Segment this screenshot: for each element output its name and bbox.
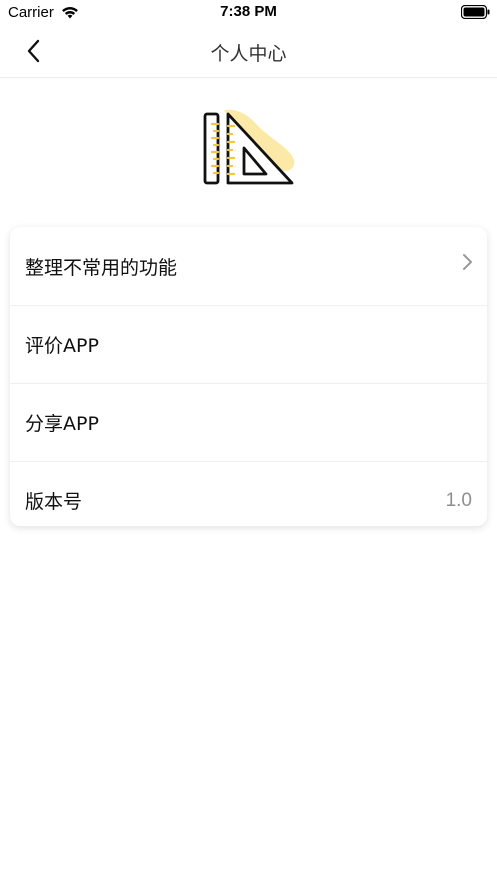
navigation-bar: 个人中心 xyxy=(0,26,497,78)
menu-item-label: 分享APP xyxy=(25,413,99,435)
menu-item-label: 版本号 xyxy=(25,491,83,513)
version-value: 1.0 xyxy=(445,489,472,511)
settings-card: 整理不常用的功能 评价APP 分享APP 版本号 1.0 xyxy=(10,227,487,526)
menu-item-label: 整理不常用的功能 xyxy=(25,256,178,279)
menu-item-label: 评价APP xyxy=(25,335,99,357)
menu-item-version: 版本号 1.0 xyxy=(10,461,487,539)
clock-time: 7:38 PM xyxy=(220,3,277,20)
menu-item-rate-app[interactable]: 评价APP xyxy=(10,305,487,383)
menu-item-share-app[interactable]: 分享APP xyxy=(10,383,487,461)
status-bar: Carrier 7:38 PM xyxy=(0,0,497,26)
page-title: 个人中心 xyxy=(210,43,287,65)
chevron-right-icon xyxy=(463,254,472,270)
ruler-triangle-logo-icon xyxy=(203,109,295,185)
menu-item-organize-features[interactable]: 整理不常用的功能 xyxy=(10,227,487,305)
battery-icon xyxy=(461,5,490,19)
